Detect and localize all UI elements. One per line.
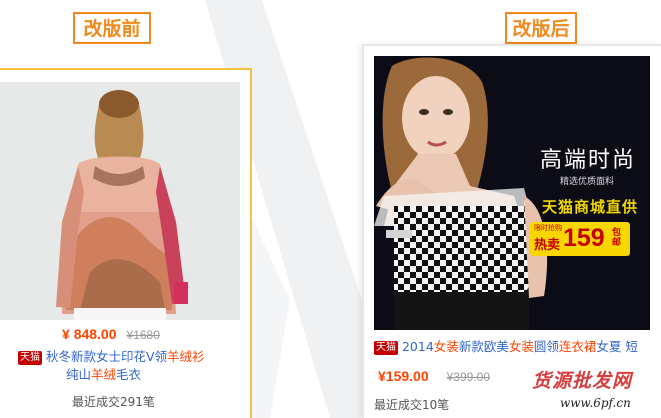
sales-count: 最近成交10笔 xyxy=(374,398,450,412)
banner-shop: 天猫商城直供 xyxy=(542,198,639,216)
current-price: ¥159.00 xyxy=(378,368,429,384)
before-label: 改版前 xyxy=(73,12,151,44)
after-label: 改版后 xyxy=(505,12,577,44)
promo-small-label: 限时抢购 xyxy=(534,224,562,232)
current-price: ¥ 848.00 xyxy=(62,326,117,342)
sweater-back-image xyxy=(0,82,240,320)
promo-price: 159 xyxy=(563,224,605,252)
promo-price-box[interactable]: 限时抢购 热卖 159 包邮 xyxy=(530,222,630,256)
product-card-before[interactable]: ¥ 848.00 ¥1680 天猫 秋冬新款女士印花V领羊绒衫 纯山羊绒毛衣 最近… xyxy=(0,68,252,418)
watermark-text: 货源批发网 xyxy=(532,370,633,392)
product-card-after[interactable]: 高端时尚 精选优质面料 天猫商城直供 限时抢购 热卖 159 包邮 天猫 201… xyxy=(362,44,661,418)
model-dress-image xyxy=(374,56,650,330)
original-price: ¥1680 xyxy=(126,328,160,342)
tmall-badge-icon: 天猫 xyxy=(18,350,42,365)
product-photo[interactable] xyxy=(0,82,240,320)
price-row: ¥159.00 ¥399.00 xyxy=(378,368,490,384)
banner-subtitle: 精选优质面料 xyxy=(560,177,615,187)
product-title[interactable]: 天猫 秋冬新款女士印花V领羊绒衫 纯山羊绒毛衣 xyxy=(18,348,246,384)
product-title[interactable]: 天猫 2014女装新款欧美女装圆领连衣裙女夏 短 xyxy=(374,338,661,356)
promo-label: 热卖 xyxy=(534,238,561,253)
original-price: ¥399.00 xyxy=(446,370,491,384)
banner-title: 高端时尚 xyxy=(540,148,637,173)
promo-suffix: 包邮 xyxy=(612,228,622,248)
product-photo[interactable]: 高端时尚 精选优质面料 天猫商城直供 限时抢购 热卖 159 包邮 xyxy=(374,56,650,330)
price-row: ¥ 848.00 ¥1680 xyxy=(62,326,160,342)
watermark-url: www.6pf.cn xyxy=(560,396,631,410)
tmall-badge-icon: 天猫 xyxy=(374,340,398,355)
sales-count: 最近成交291笔 xyxy=(72,395,155,409)
